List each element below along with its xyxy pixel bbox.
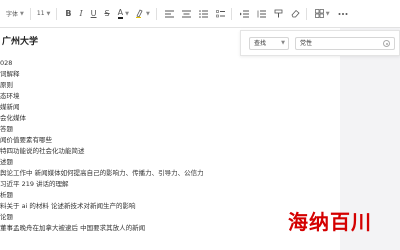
underline-button[interactable]: U	[91, 9, 97, 18]
document-line: 习近平 219 讲话的理解	[0, 180, 69, 188]
toolbar-divider	[155, 7, 157, 20]
more-button[interactable]	[338, 12, 348, 16]
document-line: 述题	[0, 158, 13, 166]
indent-button[interactable]	[239, 10, 249, 18]
chevron-down-icon: ▼	[125, 10, 129, 17]
document-page[interactable]: 广州大学 028 词解释原则态环境媒新闻会化媒体答题闻价值要素有哪些特四功能说的社…	[0, 28, 240, 250]
document-line: 词解释	[0, 70, 20, 78]
document-line: 闻价值要素有哪些	[0, 136, 52, 144]
font-family-select[interactable]: 字体 ▼	[6, 9, 24, 19]
watermark-text: 海纳百川	[288, 210, 372, 234]
list-button[interactable]	[198, 9, 208, 18]
document-line: 会化媒体	[0, 114, 26, 122]
font-size-select[interactable]: 11 ▼	[37, 10, 51, 17]
toolbar-divider	[230, 7, 232, 20]
toolbar-divider	[29, 7, 31, 20]
chevron-down-icon: ▼	[325, 10, 330, 17]
font-family-value: 字体	[6, 11, 19, 18]
find-mode-select[interactable]: 查找 ▼	[249, 37, 289, 50]
align-center-icon	[181, 10, 191, 17]
document-line: 论题	[0, 213, 13, 221]
document-line: 析题	[0, 191, 13, 199]
document-line: 料关于 ai 的材料 论述新技术对新闻生产的影响	[0, 202, 136, 210]
find-query: 党性	[300, 40, 313, 47]
align-left-button[interactable]	[164, 10, 174, 18]
indent-icon	[239, 10, 249, 17]
chevron-down-icon: ▼	[145, 10, 150, 17]
document-line: 态环境	[0, 92, 20, 100]
font-color-icon: A	[117, 7, 124, 19]
checkbox-list-icon	[215, 9, 225, 17]
font-size-value: 11	[36, 10, 45, 17]
align-left-icon	[164, 10, 174, 17]
clear-search-icon[interactable]	[383, 40, 390, 47]
font-color-button[interactable]: A ▼	[117, 7, 129, 19]
toolbar-divider	[56, 7, 58, 20]
chevron-down-icon: ▼	[20, 10, 24, 17]
more-dots-icon	[338, 12, 348, 15]
format-painter-button[interactable]	[274, 9, 283, 18]
document-lines: 028 词解释原则态环境媒新闻会化媒体答题闻价值要素有哪些特四功能说的社会化功能简…	[0, 58, 204, 234]
eraser-icon	[291, 9, 300, 18]
toolbar-divider	[305, 7, 307, 20]
document-line: 董事孟晚舟在加拿大被逮后 中国要求其放人的新闻	[0, 224, 146, 232]
document-line: 答题	[0, 125, 13, 133]
table-insert-button[interactable]: ▼	[314, 9, 330, 18]
find-panel: 查找 ▼ 党性	[240, 30, 400, 56]
chevron-down-icon: ▼	[281, 40, 285, 46]
align-center-button[interactable]	[181, 10, 191, 18]
highlight-button[interactable]: ▼	[135, 9, 150, 18]
document-line: 媒新闻	[0, 103, 20, 111]
document-line: 特四功能说的社会化功能简述	[0, 147, 85, 155]
find-mode-value: 查找	[254, 40, 267, 47]
bold-button[interactable]: B	[65, 9, 71, 18]
document-line: 舆论工作中 新闻媒体如何提高自己的影响力、传播力、引导力、公信力	[0, 169, 204, 177]
document-title: 广州大学	[2, 37, 39, 47]
italic-button[interactable]: I	[79, 9, 82, 18]
format-painter-icon	[274, 9, 283, 18]
line-spacing-icon	[257, 10, 266, 17]
strikethrough-button[interactable]: S	[105, 9, 110, 18]
document-line: 原则	[0, 81, 13, 89]
highlighter-icon	[135, 9, 143, 18]
clear-format-button[interactable]	[291, 9, 300, 18]
table-grid-icon	[314, 9, 324, 18]
chevron-down-icon: ▼	[46, 10, 51, 17]
document-line: 028	[0, 59, 13, 67]
line-spacing-button[interactable]	[257, 10, 266, 18]
list-icon	[198, 9, 208, 18]
editor-toolbar: 字体 ▼ 11 ▼ B I U S A ▼ ▼ ▼	[0, 0, 400, 28]
find-input[interactable]: 党性	[295, 37, 395, 50]
checklist-button[interactable]	[215, 9, 225, 18]
